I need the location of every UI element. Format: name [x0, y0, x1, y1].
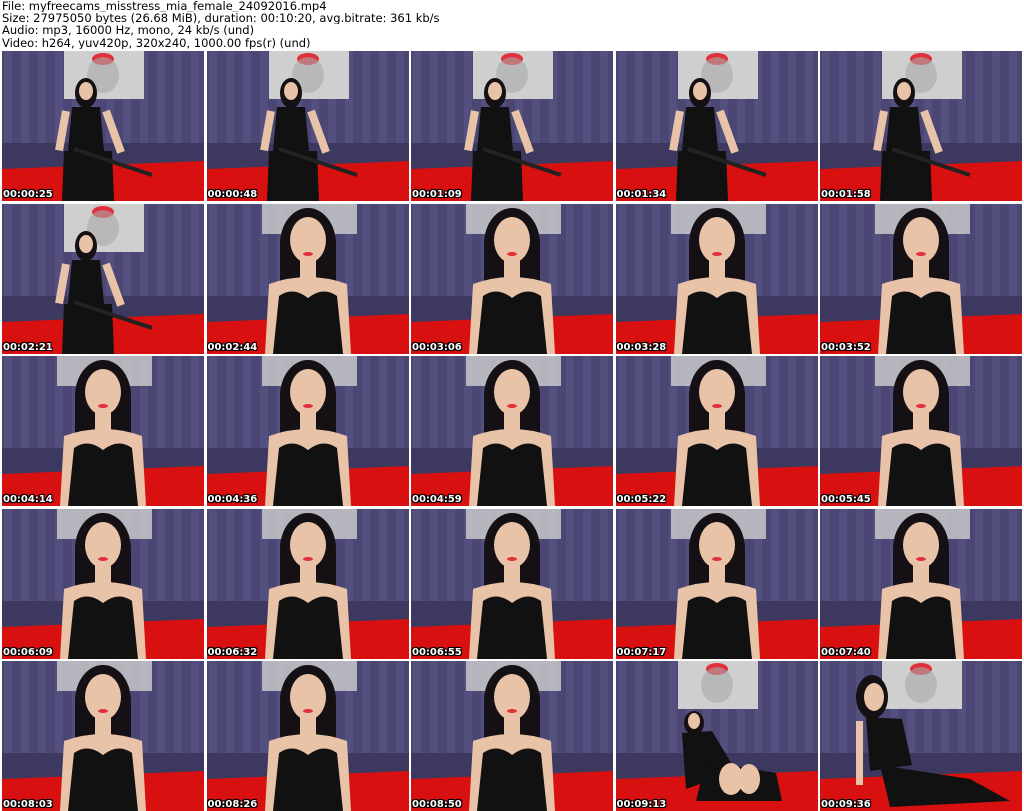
- thumbnail-timestamp: 00:05:45: [821, 494, 871, 505]
- thumbnail-timestamp: 00:03:52: [821, 341, 871, 353]
- video-thumbnail: 00:03:28: [615, 203, 818, 354]
- video-thumbnail: 00:07:40: [820, 508, 1022, 659]
- video-thumbnail: 00:01:34: [615, 51, 818, 201]
- video-thumbnail: 00:01:09: [411, 51, 613, 201]
- thumbnail-grid: 00:00:25 00:00:48 00:01:09 00:01:34 00:01:58…: [2, 51, 1022, 811]
- thumbnail-frame-image: [615, 508, 818, 659]
- thumbnail-timestamp: 00:04:59: [412, 494, 462, 505]
- thumbnail-frame-image: [206, 51, 409, 201]
- video-thumbnail: 00:05:45: [820, 356, 1022, 506]
- thumbnail-frame-image: [411, 508, 613, 659]
- thumbnail-frame-image: [206, 203, 409, 354]
- video-thumbnail: 00:04:14: [2, 356, 204, 506]
- thumbnail-timestamp: 00:00:25: [3, 189, 53, 200]
- video-thumbnail: 00:00:25: [2, 51, 204, 201]
- video-thumbnail: 00:07:17: [615, 508, 818, 659]
- thumbnail-frame-image: [411, 356, 613, 506]
- thumbnail-timestamp: 00:01:58: [821, 189, 871, 200]
- thumbnail-timestamp: 00:06:32: [207, 646, 258, 658]
- video-thumbnail: 00:08:50: [411, 661, 613, 811]
- thumbnail-timestamp: 00:06:09: [3, 646, 53, 658]
- video-thumbnail: 00:00:48: [206, 51, 409, 201]
- video-thumbnail: 00:02:44: [206, 203, 409, 354]
- thumbnail-timestamp: 00:08:03: [3, 799, 53, 810]
- video-thumbnail: 00:09:13: [615, 661, 818, 811]
- video-info-line: Video: h264, yuv420p, 320x240, 1000.00 f…: [2, 36, 311, 49]
- thumbnail-frame-image: [411, 203, 613, 354]
- thumbnail-frame-image: [206, 356, 409, 506]
- thumbnail-frame-image: [820, 661, 1022, 811]
- thumbnail-frame-image: [2, 203, 204, 354]
- thumbnail-frame-image: [411, 51, 613, 201]
- thumbnail-frame-image: [615, 51, 818, 201]
- thumbnail-timestamp: 00:03:06: [412, 341, 462, 353]
- thumbnail-timestamp: 00:02:21: [3, 341, 53, 353]
- thumbnail-timestamp: 00:07:17: [616, 646, 667, 658]
- video-thumbnail: 00:09:36: [820, 661, 1022, 811]
- thumbnail-frame-image: [411, 661, 613, 811]
- thumbnail-frame-image: [615, 356, 818, 506]
- thumbnail-frame-image: [820, 51, 1022, 201]
- video-thumbnail: 00:06:09: [2, 508, 204, 659]
- video-thumbnail: 00:04:36: [206, 356, 409, 506]
- video-thumbnail: 00:08:26: [206, 661, 409, 811]
- thumbnail-timestamp: 00:09:13: [616, 799, 667, 810]
- thumbnail-frame-image: [820, 508, 1022, 659]
- thumbnail-timestamp: 00:05:22: [616, 494, 667, 505]
- thumbnail-timestamp: 00:04:36: [207, 494, 258, 505]
- thumbnail-timestamp: 00:06:55: [412, 646, 462, 658]
- video-thumbnail: 00:01:58: [820, 51, 1022, 201]
- video-thumbnail: 00:05:22: [615, 356, 818, 506]
- file-info-header: File: myfreecams_misstress_mia_female_24…: [2, 0, 1022, 50]
- video-thumbnail: 00:04:59: [411, 356, 613, 506]
- thumbnail-timestamp: 00:02:44: [207, 341, 258, 353]
- video-thumbnail: 00:08:03: [2, 661, 204, 811]
- thumbnail-frame-image: [2, 508, 204, 659]
- thumbnail-frame-image: [615, 203, 818, 354]
- thumbnail-timestamp: 00:09:36: [821, 799, 871, 810]
- thumbnail-timestamp: 00:04:14: [3, 494, 53, 505]
- thumbnail-timestamp: 00:00:48: [207, 189, 258, 200]
- thumbnail-frame-image: [206, 508, 409, 659]
- video-thumbnail: 00:02:21: [2, 203, 204, 354]
- thumbnail-frame-image: [820, 356, 1022, 506]
- thumbnail-timestamp: 00:01:34: [616, 189, 667, 200]
- file-name-line: File: myfreecams_misstress_mia_female_24…: [2, 0, 327, 13]
- thumbnail-timestamp: 00:01:09: [412, 189, 462, 200]
- thumbnail-frame-image: [615, 661, 818, 811]
- video-thumbnail: 00:06:55: [411, 508, 613, 659]
- thumbnail-timestamp: 00:03:28: [616, 341, 667, 353]
- audio-info-line: Audio: mp3, 16000 Hz, mono, 24 kb/s (und…: [2, 24, 255, 37]
- thumbnail-frame-image: [820, 203, 1022, 354]
- thumbnail-frame-image: [206, 661, 409, 811]
- thumbnail-timestamp: 00:08:26: [207, 799, 258, 810]
- video-thumbnail: 00:03:06: [411, 203, 613, 354]
- thumbnail-timestamp: 00:07:40: [821, 646, 871, 658]
- thumbnail-frame-image: [2, 51, 204, 201]
- thumbnail-timestamp: 00:08:50: [412, 799, 462, 810]
- thumbnail-frame-image: [2, 661, 204, 811]
- video-thumbnail: 00:03:52: [820, 203, 1022, 354]
- video-thumbnail: 00:06:32: [206, 508, 409, 659]
- file-size-line: Size: 27975050 bytes (26.68 MiB), durati…: [2, 12, 440, 25]
- thumbnail-frame-image: [2, 356, 204, 506]
